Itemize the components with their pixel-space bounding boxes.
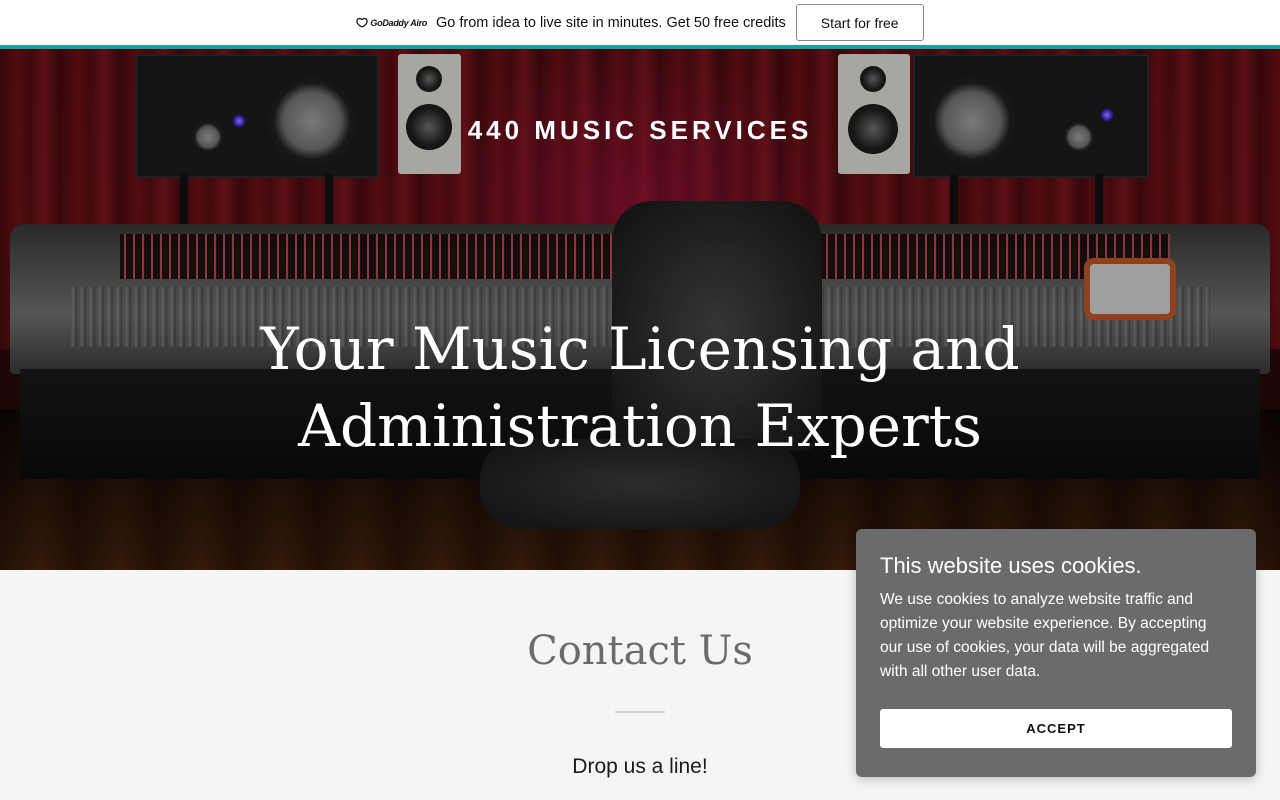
cookie-banner: This website uses cookies. We use cookie… <box>856 529 1256 777</box>
godaddy-logo: GoDaddy Airo <box>356 17 427 28</box>
site-brand[interactable]: 440 MUSIC SERVICES <box>0 115 1280 146</box>
logo-text: GoDaddy Airo <box>370 17 427 28</box>
promo-bar: GoDaddy Airo Go from idea to live site i… <box>0 0 1280 45</box>
hero-title: Your Music Licensing and Administration … <box>260 315 1020 460</box>
cookie-banner-text: We use cookies to analyze website traffi… <box>880 591 1210 680</box>
start-for-free-button[interactable]: Start for free <box>795 4 924 41</box>
promo-message: Go from idea to live site in minutes. Ge… <box>436 14 786 31</box>
godaddy-icon <box>356 17 369 28</box>
hero-section: 440 MUSIC SERVICES Your Music Licensing … <box>0 49 1280 570</box>
section-divider <box>615 711 665 713</box>
cookie-banner-title: This website uses cookies. <box>880 553 1142 578</box>
accept-cookies-button[interactable]: ACCEPT <box>880 709 1232 748</box>
